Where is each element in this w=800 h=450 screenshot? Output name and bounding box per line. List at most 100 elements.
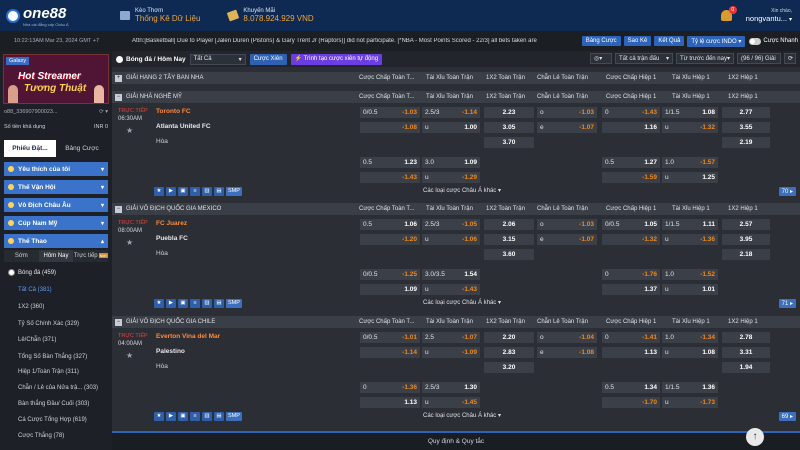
odds-cell[interactable]: -1.43 [360,172,420,183]
odds-cell[interactable]: 2.83 [484,347,534,358]
odds-cell[interactable]: 0.5 1.34 [602,382,660,393]
scroll-top-button[interactable]: ↑ [746,428,764,446]
odds-cell[interactable]: 2.23 [484,107,534,118]
odds-cell[interactable]: o -1.03 [537,107,597,118]
star-icon[interactable]: ★ [126,126,133,135]
league-header[interactable]: − GIẢI VÔ ĐỊCH QUỐC GIA CHILE Cược Chấp T… [112,316,800,328]
tab-som[interactable]: Sớm [4,250,39,262]
odds-cell[interactable]: 3.15 [484,234,534,245]
tab-phieu-dat[interactable]: Phiếu Đặt... [4,140,56,157]
odds-cell[interactable]: 0.5 1.06 [360,219,420,230]
user-menu[interactable]: Xin chào, nongvantu... ▾ [746,8,792,23]
odds-cell[interactable]: u -1.45 [422,397,480,408]
odds-cell[interactable]: 2.5/3 -1.05 [422,219,480,230]
list-icon[interactable]: ≡ [190,412,200,421]
nav-kao-thom[interactable]: Kèo Thơm Thống Kê Dữ Liệu [120,8,200,23]
odds-cell[interactable]: 0 -1.36 [360,382,420,393]
odds-cell[interactable]: 2.78 [722,332,770,343]
odds-cell[interactable]: 0/0.5 -1.25 [360,269,420,280]
odds-cell[interactable]: 0 -1.76 [602,269,660,280]
odds-cell[interactable]: 3.31 [722,347,770,358]
odds-cell[interactable]: u 1.08 [662,347,718,358]
odds-cell[interactable]: 3.55 [722,122,770,133]
sort-select[interactable]: Từ trước đến nay ▾ [676,53,734,64]
tab-hom-nay[interactable]: Hôm Nay [38,250,74,262]
odds-cell[interactable]: u -1.32 [662,122,718,133]
odds-cell[interactable]: u 1.25 [662,172,718,183]
star-icon[interactable]: ★ [154,187,164,196]
market-item[interactable]: Tất Cả (381) [4,287,108,293]
odds-cell[interactable]: e -1.07 [537,234,597,245]
odds-cell[interactable]: 2.5/3 1.30 [422,382,480,393]
smp-button[interactable]: SMP [226,187,242,196]
odds-cell[interactable]: o -1.04 [537,332,597,343]
collapse-icon[interactable]: − [115,318,122,326]
more-markets-count[interactable]: 71 ▸ [778,299,796,308]
collapse-icon[interactable]: − [115,205,122,213]
market-item[interactable]: Tổng Số Bàn Thắng (327) [4,354,108,360]
odds-cell[interactable]: 1.0 -1.57 [662,157,718,168]
more-asian-bets[interactable]: Các loại cược Châu Á khác ▾ [412,412,512,419]
cat-cup-nam-my[interactable]: Cúp Nam Mỹ ▾ [4,216,108,230]
odds-cell[interactable]: 1.16 [602,122,660,133]
odds-cell[interactable]: 2.77 [722,107,770,118]
cat-the-thao[interactable]: Thể Thao ▴ [4,234,108,248]
odds-cell[interactable]: e -1.08 [537,347,597,358]
collapse-icon[interactable]: − [115,93,122,101]
quick-bet-toggle[interactable]: Cược Nhanh [749,37,798,45]
odds-cell[interactable]: 0/0.5 -1.01 [360,332,420,343]
odds-cell[interactable]: 3.05 [484,122,534,133]
market-item[interactable]: 1X2 (360) [4,304,108,310]
sao-ke-button[interactable]: Sao Kê [623,36,652,46]
odds-cell[interactable]: u -1.29 [422,172,480,183]
star-icon[interactable]: ★ [126,351,133,360]
odds-cell[interactable]: -1.08 [360,122,420,133]
odds-cell[interactable]: 2.5 -1.07 [422,332,480,343]
bang-cuoc-button[interactable]: Bảng Cược [581,36,621,46]
play-icon[interactable]: ▶ [166,412,176,421]
cat-favorites[interactable]: Yêu thích của tôi ▾ [4,162,108,176]
video-icon[interactable]: ▣ [178,187,188,196]
field-icon[interactable]: ▤ [214,412,224,421]
search-icon[interactable]: ◎▾ [590,53,612,64]
toggle-switch[interactable] [749,37,762,45]
odds-cell[interactable]: 1/1.5 1.36 [662,382,718,393]
tab-bang-cuoc[interactable]: Bảng Cược [56,140,108,157]
cat-vo-dich-chau-au[interactable]: Vô Địch Châu Âu ▾ [4,198,108,212]
odds-cell[interactable]: 3.60 [484,249,534,260]
odds-cell[interactable]: 0/0.5 1.05 [602,219,660,230]
odds-cell[interactable]: 0/0.5 -1.03 [360,107,420,118]
odds-cell[interactable]: -1.70 [602,397,660,408]
odds-cell[interactable]: u 1.01 [662,284,718,295]
nav-khuyen-mai[interactable]: Khuyến Mãi 8.078.924.929 VND [227,8,314,23]
star-icon[interactable]: ★ [154,299,164,308]
odds-cell[interactable]: u -1.36 [662,234,718,245]
odds-cell[interactable]: 2.18 [722,249,770,260]
odds-cell[interactable]: 3.0/3.5 1.54 [422,269,480,280]
market-item[interactable]: Bàn thắng Đầu/ Cuối (303) [4,401,108,407]
odds-cell[interactable]: -1.59 [602,172,660,183]
odds-cell[interactable]: 3.95 [722,234,770,245]
odds-cell[interactable]: 1.0 -1.34 [662,332,718,343]
league-header[interactable]: − GIẢI VÔ ĐỊCH QUỐC GIA MEXICO Cược Chấp … [112,203,800,215]
odds-cell[interactable]: u -1.09 [422,347,480,358]
league-filter[interactable]: (96 / 96) Giải [737,53,781,64]
video-icon[interactable]: ▣ [178,412,188,421]
odds-cell[interactable]: u -1.73 [662,397,718,408]
odds-cell[interactable]: u -1.43 [422,284,480,295]
cat-the-van-hoi[interactable]: Thế Vận Hội ▾ [4,180,108,194]
odds-cell[interactable]: 0 -1.41 [602,332,660,343]
more-markets-count[interactable]: 69 ▸ [778,412,796,421]
footer-rules-link[interactable]: Quy định & Quy tắc [112,431,800,450]
odds-cell[interactable]: 1.94 [722,362,770,373]
video-icon[interactable]: ▣ [178,299,188,308]
odds-cell[interactable]: 0.5 1.23 [360,157,420,168]
stats-icon[interactable]: ▥ [202,187,212,196]
tab-truc-tiep[interactable]: Trực tiếp Mới [73,250,108,262]
odds-cell[interactable]: 0.5 1.27 [602,157,660,168]
odds-cell[interactable]: 2.20 [484,332,534,343]
market-item[interactable]: Tỷ Số Chính Xác (329) [4,321,108,327]
odds-cell[interactable]: 1/1.5 1.08 [662,107,718,118]
odds-cell[interactable]: u -1.06 [422,234,480,245]
more-asian-bets[interactable]: Các loại cược Châu Á khác ▾ [412,187,512,194]
